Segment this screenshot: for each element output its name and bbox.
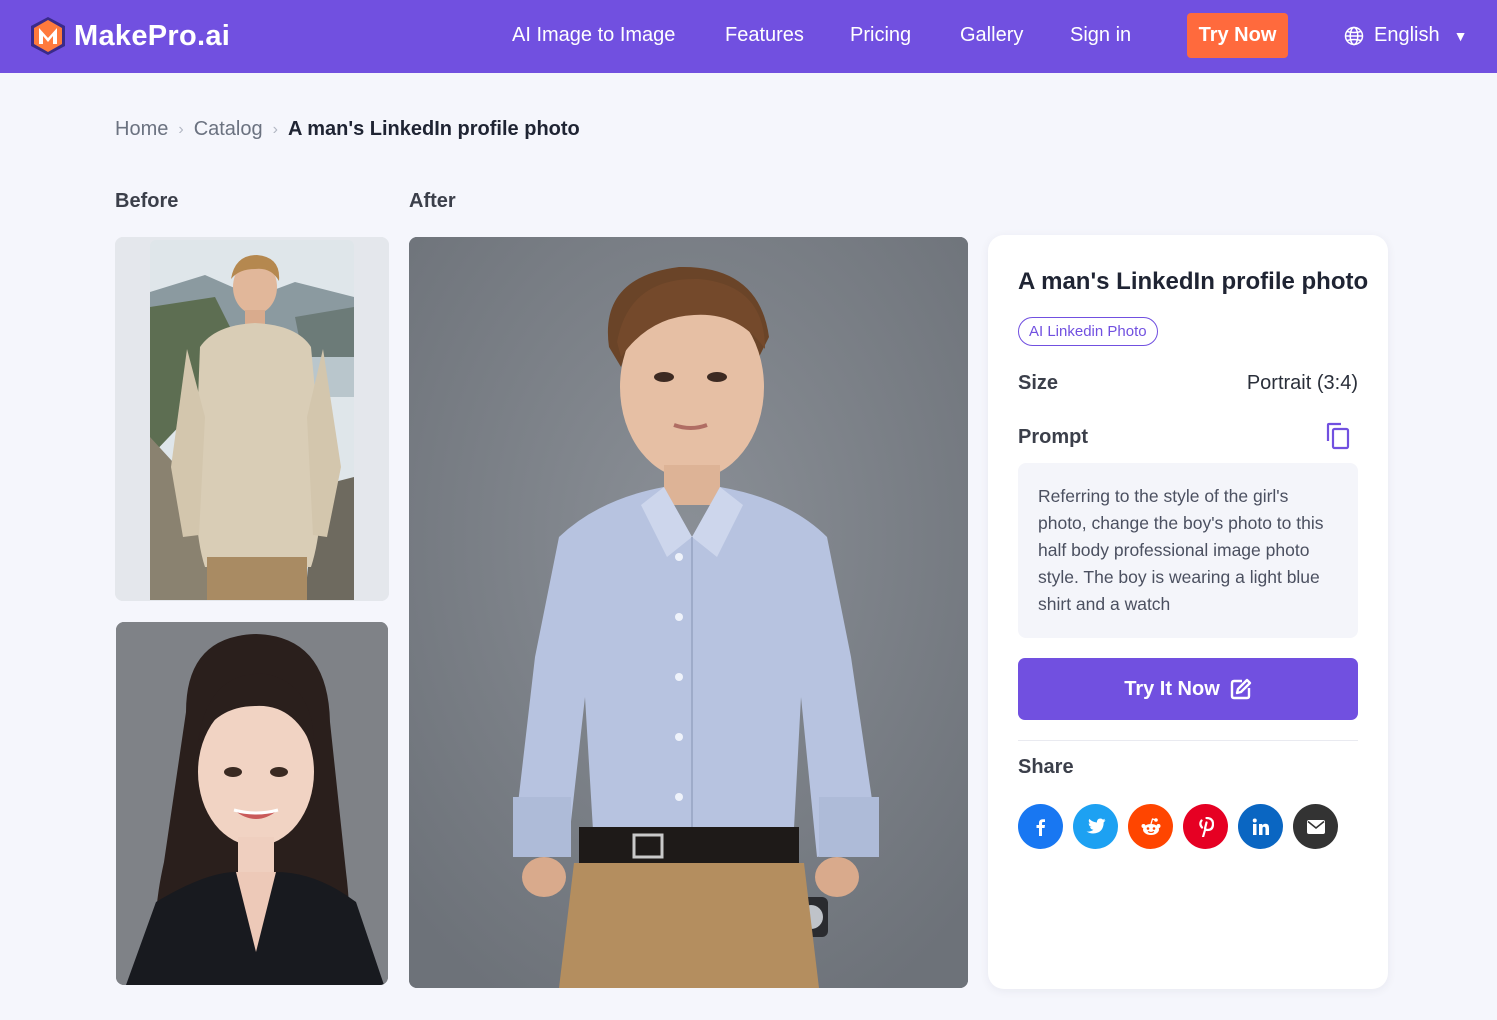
before-label: Before: [115, 190, 179, 212]
breadcrumb-catalog[interactable]: Catalog: [194, 118, 263, 141]
language-label: English: [1374, 24, 1440, 46]
breadcrumb-current: A man's LinkedIn profile photo: [287, 118, 580, 140]
nav-sign-in[interactable]: Sign in: [1070, 24, 1131, 47]
share-label: Share: [1018, 756, 1074, 778]
nav-ai-image-to-image[interactable]: AI Image to Image: [512, 24, 675, 47]
globe-icon: [1344, 26, 1364, 45]
prompt-text: Referring to the style of the girl's pho…: [1018, 463, 1358, 638]
logo-text: MakePro.ai: [74, 19, 231, 52]
after-image[interactable]: [409, 237, 968, 988]
email-icon: [1306, 819, 1325, 834]
reddit-icon: [1141, 817, 1160, 835]
before-image-woman[interactable]: [116, 622, 388, 985]
twitter-icon: [1086, 818, 1105, 834]
before-image-man[interactable]: [115, 237, 389, 601]
share-email-button[interactable]: [1293, 804, 1338, 849]
linkedin-icon: [1252, 818, 1269, 835]
nav-gallery[interactable]: Gallery: [960, 24, 1023, 47]
pinterest-icon: [1198, 816, 1214, 837]
share-pinterest-button[interactable]: [1183, 804, 1228, 849]
chevron-right-icon: ›: [272, 120, 278, 138]
size-label: Size: [1018, 372, 1059, 394]
share-twitter-button[interactable]: [1073, 804, 1118, 849]
language-selector[interactable]: English ▼: [1344, 24, 1467, 47]
share-reddit-button[interactable]: [1128, 804, 1173, 849]
caret-down-icon: ▼: [1453, 27, 1468, 44]
facebook-icon: [1036, 818, 1045, 836]
try-it-now-label: Try It Now: [1124, 677, 1220, 700]
detail-title: A man's LinkedIn profile photo: [1018, 268, 1369, 295]
prompt-label: Prompt: [1018, 426, 1088, 448]
breadcrumb: Home › Catalog › A man's LinkedIn profil…: [115, 118, 580, 141]
share-linkedin-button[interactable]: [1238, 804, 1283, 849]
nav-pricing[interactable]: Pricing: [850, 24, 911, 47]
share-buttons: [1018, 804, 1348, 849]
divider: [1018, 740, 1358, 741]
chevron-right-icon: ›: [178, 120, 184, 138]
logo-icon: [31, 17, 65, 55]
try-now-button[interactable]: Try Now: [1187, 13, 1288, 58]
logo[interactable]: MakePro.ai: [28, 16, 230, 56]
after-label: After: [409, 190, 456, 212]
top-navigation-bar: MakePro.ai AI Image to Image Features Pr…: [0, 0, 1497, 73]
try-it-now-button[interactable]: Try It Now: [1018, 658, 1358, 720]
copy-icon[interactable]: [1325, 422, 1351, 450]
size-value: Portrait (3:4): [1246, 372, 1358, 394]
category-tag[interactable]: AI Linkedin Photo: [1018, 317, 1158, 346]
nav-features[interactable]: Features: [725, 24, 804, 47]
share-facebook-button[interactable]: [1018, 804, 1063, 849]
edit-icon: [1230, 678, 1251, 700]
detail-card: A man's LinkedIn profile photo AI Linked…: [988, 235, 1388, 989]
breadcrumb-home[interactable]: Home: [115, 118, 168, 141]
